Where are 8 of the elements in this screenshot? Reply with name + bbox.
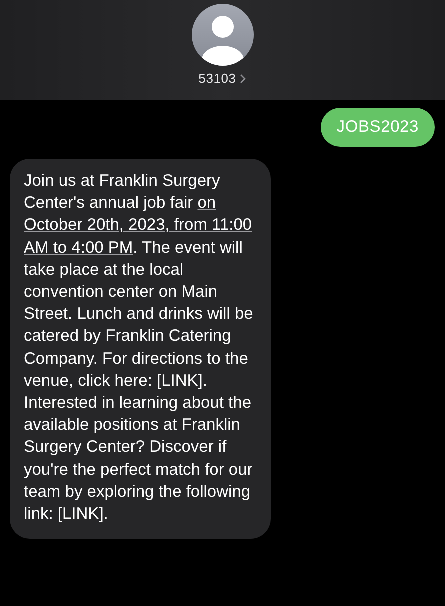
message-bubble: JOBS2023: [320, 108, 435, 147]
avatar-icon[interactable]: [192, 4, 254, 66]
message-bubble: Join us at Franklin Surgery Center's annual job fair on October 20th, 2023, from 11:00 AM to 4:00 PM. The event will take place at the local convention center on Main Street. Lunch and drinks will be catered by Franklin Catering Company. For directions to the venue, click here: [LINK]. Interested in learning about the available positions at Franklin Surgery Center? Discover if you're the perfect match for our team by exploring the following link: [LINK].: [10, 159, 272, 540]
contact-name[interactable]: 53103: [198, 71, 236, 86]
chevron-icon: [240, 74, 246, 84]
date-link[interactable]: AM to 4:00 PM: [24, 238, 134, 257]
date-link[interactable]: on: [198, 194, 216, 212]
date-link[interactable]: October 20th, 2023, from 11:00: [24, 216, 252, 234]
